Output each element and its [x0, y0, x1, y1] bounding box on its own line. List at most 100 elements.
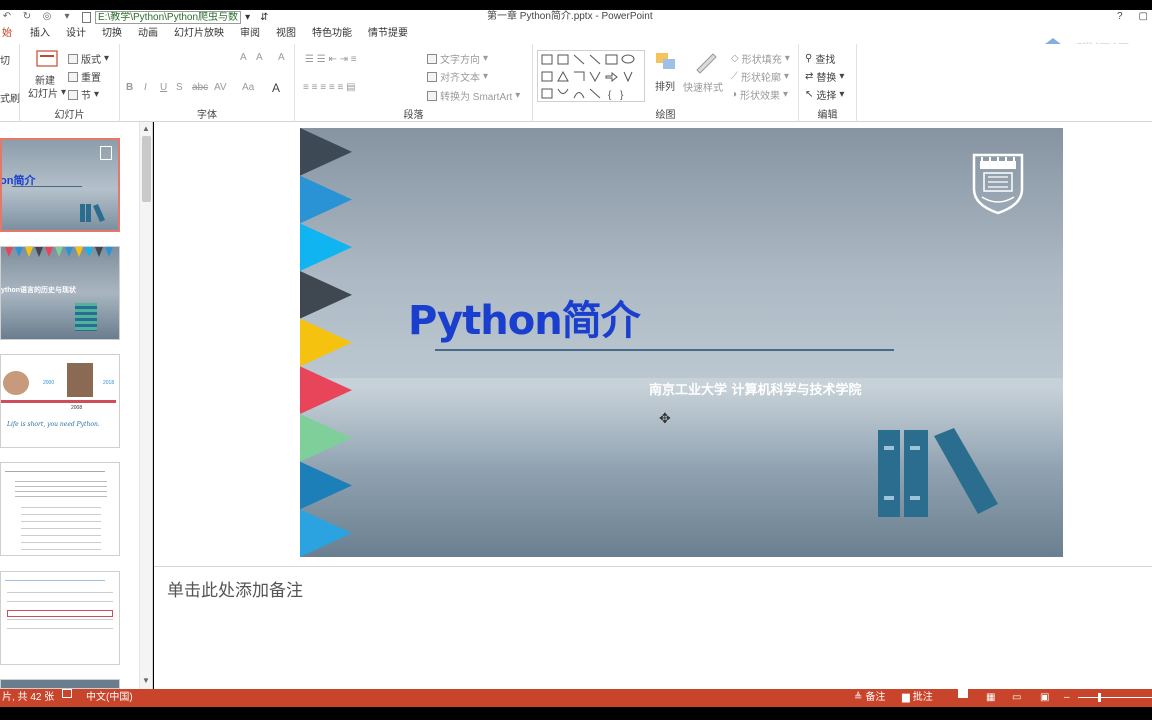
tab-slideshow[interactable]: 幻灯片放映 [166, 24, 232, 44]
select-button[interactable]: ↖ 选择 ▾ [805, 87, 844, 102]
undo-icon[interactable]: ↶ [2, 12, 12, 22]
language-indicator[interactable]: 中文(中国) [86, 689, 133, 707]
quick-styles-icon[interactable] [693, 50, 719, 74]
zoom-out-button[interactable]: – [1064, 689, 1070, 707]
strikethrough-button[interactable]: abc [192, 82, 208, 93]
font-color-icon: A [272, 81, 281, 95]
slide-subtitle[interactable]: 南京工业大学 计算机科学与技术学院 [649, 379, 862, 398]
shape-fill-label: 形状填充 [741, 55, 782, 66]
notes-toggle-button[interactable]: ≜ 备注 [854, 689, 885, 707]
tab-insert[interactable]: 插入 [22, 24, 58, 44]
ribbon-tabs: 始 插入 设计 切换 动画 幻灯片放映 审阅 视图 特色功能 情节提要 [0, 24, 1152, 44]
section-button[interactable]: 节 ▾ [68, 87, 99, 102]
notes-placeholder[interactable]: 单击此处添加备注 [167, 576, 303, 601]
italic-button[interactable]: I [144, 82, 147, 93]
format-painter-button[interactable]: 式刷 [0, 90, 20, 105]
zoom-slider[interactable] [1078, 697, 1152, 698]
notes-pane[interactable]: 单击此处添加备注 [154, 566, 1152, 689]
slide-pennant [300, 318, 352, 367]
editing-group: ⚲ 查找 ⇄ 替换 ▾ ↖ 选择 ▾ 编辑 [799, 44, 857, 122]
arrange-label[interactable]: 排列 [655, 78, 675, 93]
path-dropdown-icon[interactable]: ▾ [245, 12, 250, 23]
tab-special-features[interactable]: 特色功能 [304, 24, 360, 44]
window-title: 第一章 Python简介.pptx - PowerPoint [487, 11, 653, 22]
quick-styles-label[interactable]: 快速样式 [683, 79, 723, 94]
change-case-button[interactable]: Aa [242, 82, 254, 93]
tab-review[interactable]: 审阅 [232, 24, 268, 44]
qat-customize-icon[interactable]: ⇵ [260, 12, 268, 23]
clear-format-button[interactable]: A [278, 52, 285, 63]
scroll-up-icon[interactable]: ▲ [142, 124, 150, 133]
reading-view-button[interactable]: ▭ [1012, 689, 1021, 707]
slide-pennant [300, 509, 352, 557]
change-case-icon: Aa [242, 82, 255, 93]
new-slide-dropdown[interactable]: 幻灯片 ▾ [28, 85, 66, 100]
more-icon[interactable]: ▾ [62, 12, 72, 22]
restore-button[interactable]: ▢ [1139, 10, 1148, 24]
current-slide[interactable]: Python简介 南京工业大学 计算机科学与技术学院 [300, 128, 1063, 557]
tab-design[interactable]: 设计 [58, 24, 94, 44]
scrollbar-thumb[interactable] [142, 136, 151, 202]
shrink-font-button[interactable]: A [256, 52, 263, 63]
shapes-gallery[interactable]: {} [537, 50, 645, 102]
new-slide-icon[interactable] [34, 48, 60, 72]
thumbnail-slide-1[interactable]: on简介 [0, 138, 120, 232]
bullets-icon: ☰ ☰ ⇤ ⇥ ≡ [305, 54, 357, 65]
grow-font-button[interactable]: A [240, 52, 247, 63]
tab-home[interactable]: 始 [0, 24, 22, 44]
slide-title[interactable]: Python简介 [408, 288, 641, 346]
normal-view-button[interactable] [958, 689, 968, 698]
thumbnail-slide-2[interactable]: ython语言的历史与现状 [0, 246, 120, 340]
quick-access-toolbar: ↶ ↻ ◎ ▾ E:\教学\Python\Python爬虫与数 ▾ ⇵ [0, 10, 268, 24]
text-direction-button[interactable]: 文字方向 ▾ [427, 51, 488, 66]
underline-button[interactable]: U [160, 82, 167, 93]
comments-toggle-button[interactable]: ▆ 批注 [902, 689, 933, 707]
arrange-icon[interactable] [653, 50, 679, 74]
shape-outline-button[interactable]: ⟋ 形状轮廓 ▾ [731, 69, 789, 84]
scroll-down-icon[interactable]: ▼ [142, 676, 150, 685]
find-button[interactable]: ⚲ 查找 [805, 51, 835, 66]
mouse-cursor-move-icon: ✥ [659, 410, 671, 426]
slideshow-button[interactable]: ▣ [1040, 689, 1049, 707]
shape-fill-button[interactable]: ◇ 形状填充 ▾ [731, 51, 790, 66]
shadow-button[interactable]: S [176, 82, 183, 93]
file-path-box[interactable]: E:\教学\Python\Python爬虫与数 ▾ ⇵ [82, 10, 268, 24]
char-spacing-button[interactable]: AV [214, 82, 227, 93]
start-from-beginning-icon[interactable]: ◎ [42, 12, 52, 22]
shape-effect-button[interactable]: ◑ 形状效果 ▾ [731, 87, 788, 102]
tab-storyboard[interactable]: 情节提要 [360, 24, 416, 44]
reading-view-icon: ▭ [1012, 692, 1022, 703]
thumbnail-slide-4[interactable] [0, 462, 120, 556]
tab-view[interactable]: 视图 [268, 24, 304, 44]
replace-icon: ⇄ [805, 71, 814, 82]
align-text-button[interactable]: 对齐文本 ▾ [427, 69, 488, 84]
bullets-button[interactable]: ☰ ☰ ⇤ ⇥ ≡ [305, 54, 357, 65]
thumbnail-2-title: ython语言的历史与现状 [1, 287, 77, 294]
strikethrough-icon: abc [192, 82, 209, 93]
help-button[interactable]: ? [1117, 10, 1123, 24]
spellcheck-icon[interactable] [62, 689, 72, 698]
redo-icon[interactable]: ↻ [22, 12, 32, 22]
thumbnail-3-year-3: 2008 [71, 405, 83, 411]
tab-transitions[interactable]: 切换 [94, 24, 130, 44]
shape-fill-icon: ◇ [731, 53, 739, 64]
cut-button[interactable]: 切 [0, 52, 10, 67]
file-path: E:\教学\Python\Python爬虫与数 [95, 10, 242, 24]
thumbnail-scrollbar[interactable]: ▲ ▼ [139, 122, 152, 689]
zoom-slider-handle[interactable] [1098, 693, 1101, 702]
align-buttons[interactable]: ≡ ≡ ≡ ≡ ≡ ▤ [303, 82, 356, 93]
font-color-button[interactable]: A [272, 81, 280, 95]
book-label [910, 446, 920, 450]
slide-sorter-button[interactable]: ▦ [986, 689, 995, 707]
smartart-button[interactable]: 转换为 SmartArt ▾ [427, 88, 520, 103]
bold-button[interactable]: B [126, 82, 133, 93]
shape-outline-icon: ⟋ [731, 71, 738, 82]
thumbnail-slide-6[interactable] [0, 679, 120, 689]
replace-button[interactable]: ⇄ 替换 ▾ [805, 69, 844, 84]
layout-button[interactable]: 版式 ▾ [68, 51, 109, 66]
tab-animations[interactable]: 动画 [130, 24, 166, 44]
thumbnail-slide-3[interactable]: 2000 2018 2008 Life is short, you need P… [0, 354, 120, 448]
university-emblem-icon [972, 153, 1024, 215]
thumbnail-slide-5[interactable] [0, 571, 120, 665]
reset-button[interactable]: 重置 [68, 69, 101, 84]
